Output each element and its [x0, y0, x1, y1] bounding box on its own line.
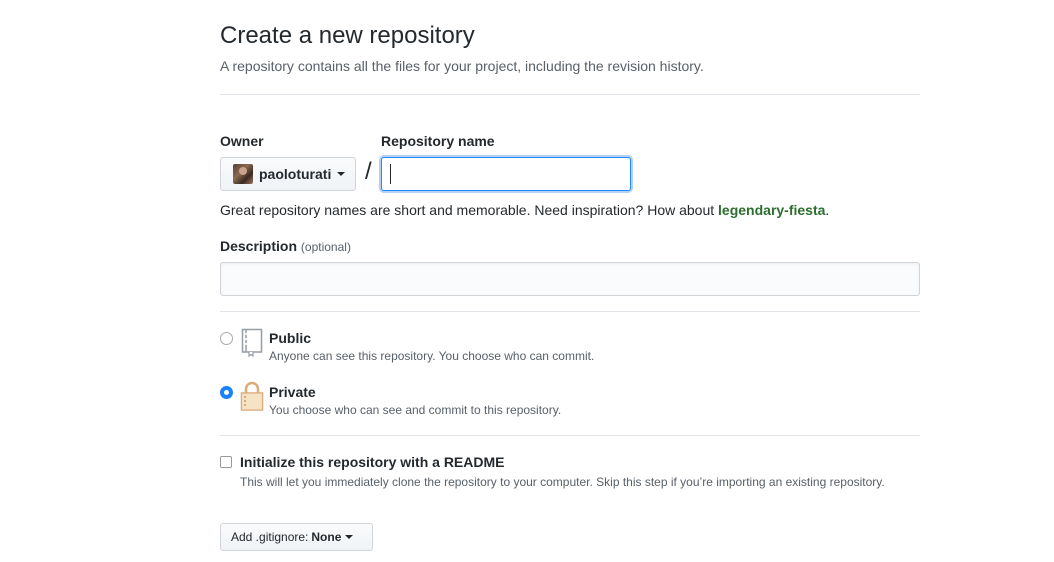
owner-select[interactable]: paoloturati: [220, 157, 356, 191]
public-option-desc: Anyone can see this repository. You choo…: [269, 349, 595, 363]
description-input[interactable]: [220, 262, 920, 296]
description-label-text: Description: [220, 238, 298, 254]
name-hint: Great repository names are short and mem…: [220, 202, 829, 218]
chevron-down-icon: [337, 172, 346, 176]
init-divider: [220, 435, 920, 436]
repo-name-input[interactable]: [381, 157, 631, 191]
text-cursor: [390, 164, 391, 184]
readme-desc: This will let you immediately clone the …: [240, 475, 885, 489]
readme-checkbox[interactable]: [220, 456, 232, 468]
owner-label: Owner: [220, 133, 264, 149]
name-hint-end: .: [825, 202, 830, 218]
page-title: Create a new repository: [220, 22, 475, 49]
private-option-desc: You choose who can see and commit to thi…: [269, 403, 562, 417]
repo-book-icon: [241, 328, 263, 357]
avatar: [233, 164, 253, 184]
owner-repo-separator: /: [365, 158, 372, 185]
gitignore-label: Add .gitignore:: [231, 530, 309, 544]
public-radio[interactable]: [220, 332, 233, 345]
private-option-title: Private: [269, 384, 316, 400]
header-divider: [220, 94, 920, 95]
public-option-title: Public: [269, 330, 312, 346]
visibility-divider: [220, 311, 920, 312]
owner-name: paoloturati: [259, 166, 332, 182]
private-radio[interactable]: [220, 386, 233, 399]
repo-name-label: Repository name: [381, 133, 495, 149]
name-suggestion-link[interactable]: legendary-fiesta: [718, 202, 825, 218]
gitignore-select[interactable]: Add .gitignore: None: [220, 523, 373, 551]
description-label: Description (optional): [220, 238, 351, 254]
description-optional: (optional): [300, 240, 351, 254]
readme-label[interactable]: Initialize this repository with a README: [240, 454, 504, 470]
name-hint-text: Great repository names are short and mem…: [220, 202, 719, 218]
lock-icon: [240, 381, 264, 411]
gitignore-value: None: [311, 530, 342, 544]
page-subtitle: A repository contains all the files for …: [220, 58, 704, 74]
chevron-down-icon: [345, 535, 354, 539]
